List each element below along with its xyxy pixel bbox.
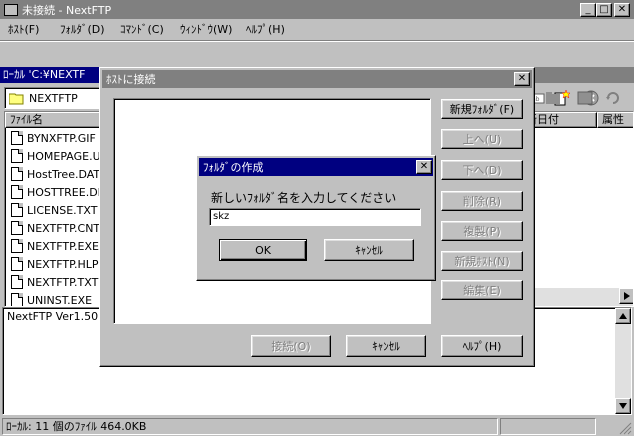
menu-bar: ﾎｽﾄ(F) ﾌｫﾙﾀﾞ(D) ｺﾏﾝﾄﾞ(C) ｳｨﾝﾄﾞｳ(W) ﾍﾙﾌﾟ(… bbox=[0, 19, 634, 39]
file-name: NEXTFTP.HLP bbox=[27, 257, 99, 271]
file-item[interactable]: LICENSE.TXT bbox=[11, 201, 97, 219]
text-file-icon bbox=[11, 203, 23, 217]
local-folder-combo[interactable]: NEXTFTP bbox=[4, 87, 100, 109]
file-item[interactable]: HOSTTREE.DE bbox=[11, 183, 100, 201]
file-item[interactable]: HostTree.DAT bbox=[11, 165, 100, 183]
file-name: HOMEPAGE.UI bbox=[27, 149, 100, 163]
duplicate-button[interactable]: 複製(P) bbox=[441, 221, 523, 241]
folder-name-prompt: 新しいﾌｫﾙﾀﾞ名を入力してください bbox=[211, 191, 397, 205]
local-panel-title: ﾛｰｶﾙ 'C:¥NEXTF bbox=[3, 68, 86, 81]
file-item[interactable]: BYNXFTP.GIF bbox=[11, 129, 96, 147]
log-text: NextFTP Ver1.50 bbox=[7, 310, 99, 323]
file-icon bbox=[11, 185, 23, 199]
ok-button[interactable]: OK bbox=[219, 239, 307, 261]
main-title-bar[interactable]: 未接続 - NextFTP bbox=[0, 0, 634, 19]
local-panel-title-bar[interactable]: ﾛｰｶﾙ 'C:¥NEXTF bbox=[0, 67, 100, 83]
remote-view-button[interactable] bbox=[574, 87, 596, 109]
main-title: 未接続 - NextFTP bbox=[22, 3, 112, 17]
folder-dialog-title: ﾌｫﾙﾀﾞの作成 bbox=[203, 161, 264, 174]
resize-grip-icon[interactable] bbox=[600, 418, 632, 435]
host-help-button[interactable]: ﾍﾙﾌﾟ(H) bbox=[441, 335, 523, 357]
column-header-label: 属性 bbox=[602, 113, 624, 126]
view-gray-icon bbox=[577, 91, 593, 105]
folder-dialog-title-bar[interactable]: ﾌｫﾙﾀﾞの作成 bbox=[199, 158, 433, 176]
status-bar: ﾛｰｶﾙ: 11 個のﾌｧｲﾙ 464.0KB bbox=[0, 417, 634, 436]
file-item[interactable]: NEXTFTP.EXE bbox=[11, 237, 99, 255]
edit-button[interactable]: 編集(E) bbox=[441, 280, 523, 300]
file-item[interactable]: NEXTFTP.CNT bbox=[11, 219, 100, 237]
host-dialog-title-bar[interactable]: ﾎｽﾄに接続 bbox=[102, 70, 532, 88]
local-folder-name: NEXTFTP bbox=[29, 91, 78, 105]
status-pane-2 bbox=[500, 418, 596, 435]
refresh-icon bbox=[606, 92, 619, 104]
file-item[interactable]: NEXTFTP.HLP bbox=[11, 255, 99, 273]
host-dialog-close-button[interactable]: ✕ bbox=[514, 72, 530, 86]
menu-command[interactable]: ｺﾏﾝﾄﾞ(C) bbox=[120, 22, 164, 38]
menu-folder[interactable]: ﾌｫﾙﾀﾞ(D) bbox=[60, 22, 105, 38]
scroll-down-button[interactable] bbox=[615, 398, 631, 414]
folder-name-input[interactable]: skz bbox=[209, 208, 421, 226]
file-item[interactable]: UNINST.EXE bbox=[11, 291, 93, 307]
remote-column-header-attr[interactable]: 属性 bbox=[597, 112, 633, 128]
file-name: NEXTFTP.CNT bbox=[27, 221, 100, 235]
folder-open-icon bbox=[9, 93, 24, 104]
menu-help[interactable]: ﾍﾙﾌﾟ(H) bbox=[246, 22, 285, 38]
file-name: NEXTFTP.EXE bbox=[27, 239, 99, 253]
file-item[interactable]: HOMEPAGE.UI bbox=[11, 147, 100, 165]
text-file-icon bbox=[11, 275, 23, 289]
file-name: HOSTTREE.DE bbox=[27, 185, 100, 199]
folder-gray-icon bbox=[546, 92, 560, 104]
create-folder-dialog: ﾌｫﾙﾀﾞの作成 ✕ 新しいﾌｫﾙﾀﾞ名を入力してください skz OK ｷｬﾝ… bbox=[196, 155, 436, 281]
arrow-down-small-icon bbox=[619, 403, 627, 409]
log-vscrollbar[interactable] bbox=[615, 308, 631, 414]
host-cancel-button[interactable]: ｷｬﾝｾﾙ bbox=[346, 335, 426, 357]
local-file-list[interactable]: ﾌｧｲﾙ名 BYNXFTP.GIF HOMEPAGE.UI HostTree.D… bbox=[4, 111, 100, 307]
file-icon bbox=[11, 149, 23, 163]
connect-button[interactable]: 接続(O) bbox=[251, 335, 331, 357]
remote-panel-title-bar[interactable] bbox=[520, 67, 634, 83]
file-name: HostTree.DAT bbox=[27, 167, 100, 181]
file-icon bbox=[11, 131, 23, 145]
scroll-right-button[interactable] bbox=[619, 288, 633, 304]
file-icon bbox=[11, 221, 23, 235]
exe-file-icon bbox=[11, 293, 23, 306]
folder-name-value: skz bbox=[213, 211, 230, 222]
menu-window[interactable]: ｳｨﾝﾄﾞｳ(W) bbox=[180, 22, 232, 38]
remote-refresh-button[interactable] bbox=[602, 87, 624, 109]
file-name: UNINST.EXE bbox=[27, 293, 93, 307]
remote-file-list[interactable]: 新日付 属性 bbox=[520, 111, 634, 307]
scroll-up-button[interactable] bbox=[615, 308, 631, 324]
menu-host[interactable]: ﾎｽﾄ(F) bbox=[8, 22, 39, 38]
close-button[interactable]: ✕ bbox=[614, 3, 630, 17]
column-header-label: ﾌｧｲﾙ名 bbox=[10, 113, 43, 126]
maximize-button[interactable]: □ bbox=[596, 3, 612, 17]
minimize-button[interactable]: _ bbox=[580, 3, 596, 17]
new-host-button[interactable]: 新規ﾎｽﾄ(N) bbox=[441, 251, 523, 271]
toolbar: AZ ZA abc 101 101abc ab bbox=[0, 42, 634, 109]
remote-folder-button[interactable] bbox=[542, 87, 564, 109]
move-down-button[interactable]: 下へ(D) bbox=[441, 160, 523, 180]
host-dialog-title: ﾎｽﾄに接続 bbox=[106, 73, 156, 86]
help-file-icon bbox=[11, 257, 23, 271]
remote-panel: 新日付 属性 bbox=[520, 67, 634, 307]
file-name: NEXTFTP.TXT bbox=[27, 275, 99, 289]
file-name: LICENSE.TXT bbox=[27, 203, 98, 217]
status-text: ﾛｰｶﾙ: 11 個のﾌｧｲﾙ 464.0KB bbox=[6, 420, 147, 433]
app-icon bbox=[4, 3, 18, 16]
file-name: BYNXFTP.GIF bbox=[27, 131, 96, 145]
exe-file-icon bbox=[11, 239, 23, 253]
delete-button[interactable]: 削除(R) bbox=[441, 191, 523, 211]
remote-hscrollbar[interactable] bbox=[521, 288, 633, 306]
file-icon bbox=[11, 167, 23, 181]
folder-dialog-close-button[interactable]: ✕ bbox=[416, 160, 432, 174]
move-up-button[interactable]: 上へ(U) bbox=[441, 129, 523, 149]
arrow-right-icon bbox=[624, 292, 630, 300]
new-folder-button[interactable]: 新規ﾌｫﾙﾀﾞ(F) bbox=[441, 99, 523, 119]
local-panel: ﾛｰｶﾙ 'C:¥NEXTF NEXTFTP ﾌｧｲﾙ名 BYNXFTP.GIF… bbox=[0, 67, 100, 307]
status-pane: ﾛｰｶﾙ: 11 個のﾌｧｲﾙ 464.0KB bbox=[2, 418, 498, 435]
cancel-button[interactable]: ｷｬﾝｾﾙ bbox=[324, 239, 414, 261]
arrow-up-small-icon bbox=[619, 313, 627, 319]
file-item[interactable]: NEXTFTP.TXT bbox=[11, 273, 98, 291]
local-column-header-name[interactable]: ﾌｧｲﾙ名 bbox=[5, 112, 99, 128]
